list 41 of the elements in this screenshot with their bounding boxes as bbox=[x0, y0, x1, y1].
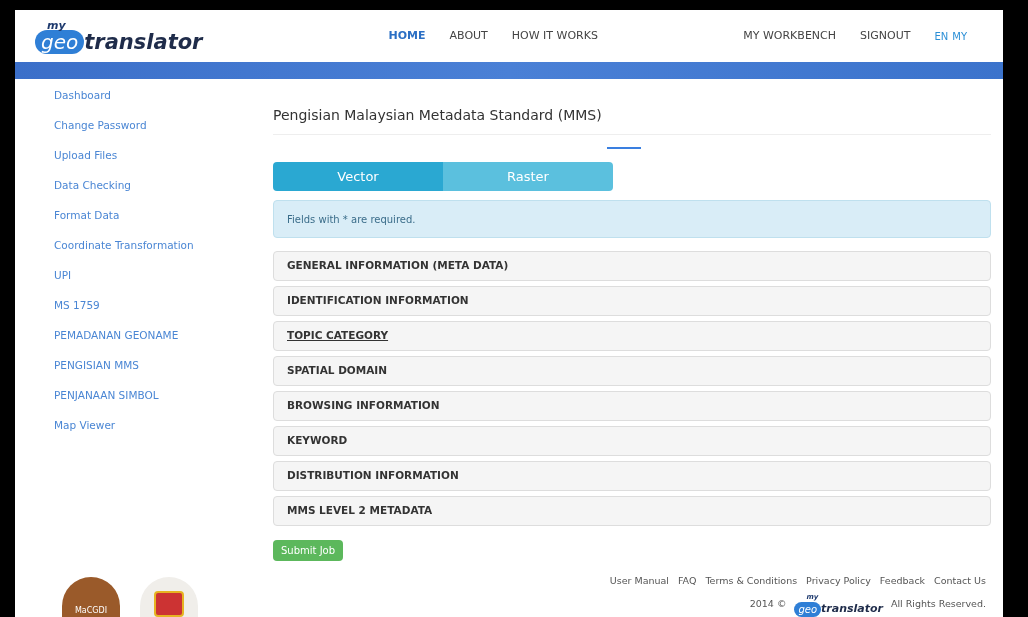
copyright-text: All Rights Reserved. bbox=[890, 597, 986, 612]
sidebar-link[interactable]: Map Viewer bbox=[54, 417, 273, 448]
copyright-year: 2014 © bbox=[749, 597, 787, 612]
language-link[interactable]: MY bbox=[952, 28, 967, 44]
nav-link[interactable]: HOW IT WORKS bbox=[511, 27, 598, 45]
tab-indicator bbox=[607, 147, 641, 150]
footer-link[interactable]: FAQ bbox=[678, 574, 697, 589]
language-link[interactable]: EN bbox=[934, 28, 949, 44]
sidebar-link[interactable]: UPI bbox=[54, 267, 273, 298]
sidebar-link[interactable]: PENJANAAN SIMBOL bbox=[54, 387, 273, 418]
accordion-header[interactable]: IDENTIFICATION INFORMATION bbox=[273, 286, 991, 317]
sidebar-link[interactable]: PEMADANAN GEONAME bbox=[54, 327, 273, 358]
logo-caption: MaCGDI bbox=[74, 605, 108, 617]
sidebar-link[interactable]: Change Password bbox=[54, 117, 273, 148]
nav-link[interactable]: SIGNOUT bbox=[860, 27, 911, 45]
sidebar-link[interactable]: Coordinate Transformation bbox=[54, 237, 273, 268]
footer-link[interactable]: Privacy Policy bbox=[806, 574, 871, 589]
sidebar-link[interactable]: MS 1759 bbox=[54, 297, 273, 328]
sidebar-link[interactable]: Upload Files bbox=[54, 147, 273, 178]
accordion-header[interactable]: BROWSING INFORMATION bbox=[273, 391, 991, 422]
accordion-header[interactable]: KEYWORD bbox=[273, 426, 991, 457]
info-alert: Fields with * are required. bbox=[273, 200, 991, 239]
accordion-header[interactable]: SPATIAL DOMAIN bbox=[273, 356, 991, 387]
sidebar-link[interactable]: Format Data bbox=[54, 207, 273, 238]
footer-link[interactable]: Contact Us bbox=[934, 574, 986, 589]
sidebar-link[interactable]: Dashboard bbox=[54, 87, 273, 118]
sidebar-link[interactable]: Data Checking bbox=[54, 177, 273, 208]
footer-link[interactable]: User Manual bbox=[609, 574, 669, 589]
crest-emblem-icon bbox=[140, 577, 198, 617]
accordion-header[interactable]: DISTRIBUTION INFORMATION bbox=[273, 461, 991, 492]
page-title: Pengisian Malaysian Metadata Standard (MMS) bbox=[273, 105, 991, 136]
accordion-header[interactable]: GENERAL INFORMATION (META DATA) bbox=[273, 251, 991, 282]
nav-link[interactable]: MY WORKBENCH bbox=[743, 27, 836, 45]
footer-link[interactable]: Feedback bbox=[879, 574, 926, 589]
nav-link[interactable]: HOME bbox=[388, 27, 426, 45]
accordion-header[interactable]: TOPIC CATEGORY bbox=[273, 321, 991, 352]
geotranslator-logo[interactable]: my geo translator bbox=[35, 18, 203, 55]
footer-link[interactable]: Terms & Conditions bbox=[705, 574, 798, 589]
sidebar-link[interactable]: PENGISIAN MMS bbox=[54, 357, 273, 388]
nav-link[interactable]: ABOUT bbox=[449, 27, 488, 45]
accordion-header[interactable]: MMS LEVEL 2 METADATA bbox=[273, 496, 991, 527]
